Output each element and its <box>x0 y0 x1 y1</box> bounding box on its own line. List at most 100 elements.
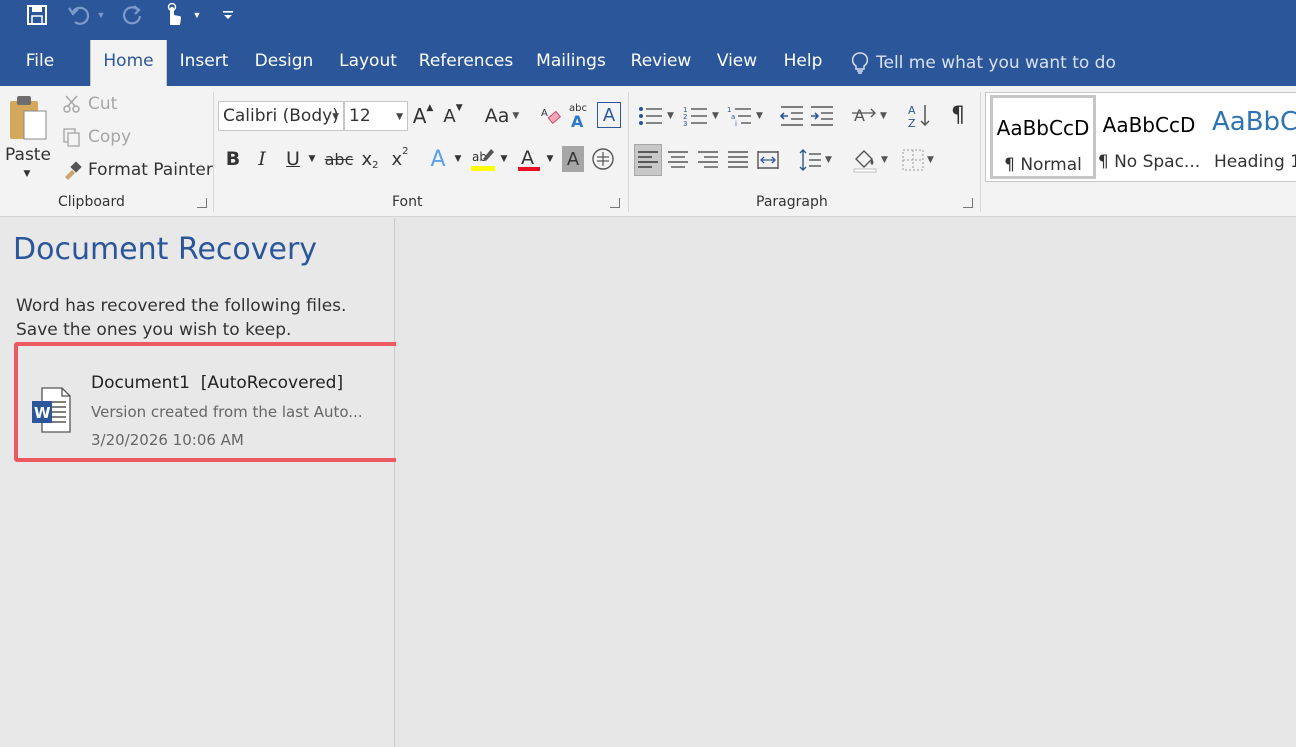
tab-help[interactable]: Help <box>776 40 830 86</box>
redo-icon[interactable] <box>120 2 146 28</box>
font-color-dropdown-icon[interactable]: ▼ <box>544 146 556 172</box>
cut-label: Cut <box>88 94 118 114</box>
style-name: Heading 1 <box>1214 152 1296 172</box>
separator <box>980 92 981 212</box>
svg-text:W: W <box>34 404 51 422</box>
clear-formatting-icon[interactable]: A <box>538 102 564 130</box>
strikethrough-button[interactable]: abc <box>325 144 354 174</box>
highlight-dropdown-icon[interactable]: ▼ <box>498 146 510 172</box>
undo-icon[interactable] <box>64 2 94 28</box>
italic-button[interactable]: I <box>252 144 272 174</box>
distributed-icon[interactable] <box>754 144 782 176</box>
style-name: ¶ Normal <box>1004 155 1082 175</box>
sort-icon[interactable]: AZ <box>906 102 934 130</box>
paragraph-launcher-icon[interactable] <box>963 198 973 208</box>
paste-dropdown-icon[interactable]: ▼ <box>20 168 34 180</box>
tab-view[interactable]: View <box>710 40 764 86</box>
underline-dropdown-icon[interactable]: ▼ <box>306 146 318 172</box>
style-normal[interactable]: AaBbCcD ¶ Normal <box>990 95 1096 179</box>
touch-dropdown-icon[interactable]: ▼ <box>190 2 204 28</box>
borders-icon[interactable]: ▼ <box>896 144 940 176</box>
save-icon[interactable] <box>24 2 50 28</box>
text-effects-icon[interactable]: A <box>426 144 450 174</box>
font-color-icon[interactable]: A <box>514 144 544 174</box>
align-right-icon[interactable] <box>694 144 722 176</box>
paste-button-label[interactable]: Paste <box>4 144 52 166</box>
line-spacing-icon[interactable]: ▼ <box>794 144 836 176</box>
change-case-icon[interactable]: Aa ▼ <box>480 102 524 130</box>
cut-button[interactable]: Cut <box>62 94 117 114</box>
tab-review[interactable]: Review <box>626 40 696 86</box>
scissors-icon <box>63 95 80 113</box>
format-painter-button[interactable]: Format Painter <box>62 160 213 180</box>
tab-layout[interactable]: Layout <box>332 40 404 86</box>
recovery-description: Word has recovered the following files. … <box>16 296 347 340</box>
svg-text:A: A <box>541 108 548 119</box>
paintbrush-icon <box>65 161 82 180</box>
style-sample: AaBbCcD <box>1102 113 1196 137</box>
tab-insert[interactable]: Insert <box>172 40 236 86</box>
recovered-file-item[interactable]: W Document1 [AutoRecovered] Version crea… <box>14 342 422 462</box>
lightbulb-icon <box>852 52 868 74</box>
font-name-value: Calibri (Body) <box>223 106 339 126</box>
customize-qat-icon[interactable] <box>220 2 236 28</box>
font-launcher-icon[interactable] <box>610 198 620 208</box>
style-sample: AaBbCcD <box>996 116 1090 140</box>
font-size-combo[interactable]: 12 ▼ <box>344 101 408 131</box>
copy-icon <box>63 128 80 147</box>
svg-text:A: A <box>908 104 916 117</box>
title-bar: ▼ ▼ <box>0 0 1296 34</box>
grow-font-icon[interactable]: A ▲ <box>410 102 436 130</box>
touch-mode-icon[interactable] <box>160 2 186 28</box>
paste-icon[interactable] <box>6 92 50 144</box>
text-effects-dropdown-icon[interactable]: ▼ <box>452 146 464 172</box>
undo-dropdown-icon[interactable]: ▼ <box>94 2 108 28</box>
styles-gallery: AaBbCcD ¶ Normal AaBbCcD ¶ No Spac... Aa… <box>985 92 1296 182</box>
file-date: 3/20/2026 10:06 AM <box>91 431 244 449</box>
shrink-font-icon[interactable]: A ▼ <box>440 102 466 130</box>
tab-mailings[interactable]: Mailings <box>530 40 612 86</box>
chevron-down-icon[interactable]: ▼ <box>332 112 339 122</box>
svg-text:A: A <box>521 147 534 169</box>
tab-home[interactable]: Home <box>90 40 167 86</box>
clipboard-group-label: Clipboard <box>58 194 125 210</box>
superscript-button[interactable]: x2 <box>388 144 412 174</box>
tell-me-text: Tell me what you want to do <box>876 53 1116 73</box>
document-recovery-pane: Document Recovery Word has recovered the… <box>0 218 422 747</box>
highlight-icon[interactable]: ab <box>468 144 498 174</box>
copy-button[interactable]: Copy <box>62 127 131 147</box>
style-sample: AaBbC <box>1212 107 1296 137</box>
align-center-icon[interactable] <box>664 144 692 176</box>
style-heading-1[interactable]: AaBbC Heading 1 <box>1204 95 1296 179</box>
text-effects-spell-icon[interactable]: abc A <box>566 100 592 130</box>
paragraph-group-label: Paragraph <box>756 194 828 210</box>
clipboard-launcher-icon[interactable] <box>197 198 207 208</box>
multilevel-list-icon[interactable]: 1ai ▼ <box>724 102 766 130</box>
chevron-down-icon[interactable]: ▼ <box>396 112 403 122</box>
decrease-indent-icon[interactable] <box>778 102 806 130</box>
show-formatting-marks-icon[interactable]: ¶ <box>944 100 972 130</box>
shading-icon[interactable]: ▼ <box>848 144 892 176</box>
bold-button[interactable]: B <box>222 144 244 174</box>
font-group-label: Font <box>392 194 423 210</box>
font-name-combo[interactable]: Calibri (Body) ▼ <box>218 101 344 131</box>
bullets-icon[interactable]: ▼ <box>636 102 676 130</box>
char-border-icon[interactable]: A <box>597 102 621 128</box>
format-painter-label: Format Painter <box>88 160 213 180</box>
justify-icon[interactable] <box>724 144 752 176</box>
increase-indent-icon[interactable] <box>808 102 836 130</box>
align-left-icon[interactable] <box>634 144 662 176</box>
numbering-icon[interactable]: 123 ▼ <box>680 102 722 130</box>
subscript-button[interactable]: x2 <box>358 144 382 174</box>
style-no-spacing[interactable]: AaBbCcD ¶ No Spac... <box>1096 95 1202 179</box>
underline-button[interactable]: U <box>282 144 304 174</box>
tab-file[interactable]: File <box>14 40 66 86</box>
character-shading-icon[interactable]: A <box>562 146 584 172</box>
pane-title: Document Recovery <box>13 232 318 267</box>
tab-design[interactable]: Design <box>248 40 320 86</box>
style-name: ¶ No Spac... <box>1097 152 1201 172</box>
enclose-characters-icon[interactable] <box>590 146 616 172</box>
tell-me-search[interactable]: Tell me what you want to do <box>852 48 1116 78</box>
tab-references[interactable]: References <box>416 40 516 86</box>
text-direction-icon[interactable]: A ▼ <box>848 102 890 130</box>
